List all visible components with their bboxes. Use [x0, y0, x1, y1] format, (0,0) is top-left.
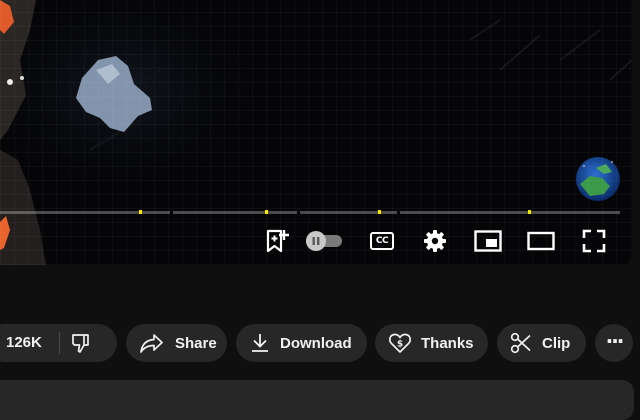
chapter-marker — [139, 210, 142, 214]
pause-icon — [312, 237, 320, 245]
theater-mode-icon — [527, 231, 555, 251]
chapter-segment[interactable] — [0, 211, 170, 214]
description-box[interactable] — [0, 380, 634, 420]
dislike-button[interactable] — [60, 324, 104, 362]
chapter-segment[interactable] — [300, 211, 397, 214]
fullscreen-button[interactable] — [580, 222, 608, 260]
chapter-segment[interactable] — [173, 211, 297, 214]
scissors-icon — [510, 332, 531, 354]
download-button[interactable]: Download — [236, 324, 367, 362]
svg-text:$: $ — [397, 340, 403, 350]
chapter-marker — [528, 210, 531, 214]
chapter-segment[interactable] — [400, 211, 620, 214]
thanks-label: Thanks — [421, 334, 474, 352]
autoplay-toggle-knob — [306, 231, 326, 251]
more-icon: ··· — [605, 329, 625, 353]
miniplayer-icon — [474, 230, 502, 252]
progress-bar[interactable] — [0, 210, 620, 214]
chapter-marker — [265, 210, 268, 214]
share-icon — [140, 334, 163, 353]
save-to-playlist-icon — [266, 229, 289, 253]
share-button[interactable]: Share — [126, 324, 227, 362]
miniplayer-button[interactable] — [473, 222, 503, 260]
like-dislike-group: 126K — [0, 324, 117, 362]
clip-button[interactable]: Clip — [497, 324, 586, 362]
share-label: Share — [175, 334, 217, 352]
gear-icon — [424, 230, 446, 252]
settings-button[interactable] — [421, 222, 449, 260]
thanks-heart-icon: $ — [388, 333, 412, 353]
captions-icon: CC — [370, 232, 394, 250]
clip-label: Clip — [542, 334, 571, 352]
more-actions-button[interactable]: ··· — [595, 324, 633, 362]
thanks-button[interactable]: $ Thanks — [375, 324, 488, 362]
video-player[interactable]: CC — [0, 0, 632, 265]
theater-mode-button[interactable] — [526, 222, 556, 260]
captions-button[interactable]: CC — [368, 222, 396, 260]
like-count[interactable]: 126K — [6, 334, 42, 351]
autoplay-toggle[interactable] — [306, 222, 344, 260]
download-label: Download — [280, 334, 352, 352]
download-icon — [252, 334, 268, 352]
chapter-marker — [378, 210, 381, 214]
save-to-playlist-button[interactable] — [263, 222, 291, 260]
thumbs-down-icon — [72, 334, 89, 353]
fullscreen-icon — [582, 229, 606, 253]
player-controls: CC — [0, 222, 632, 260]
